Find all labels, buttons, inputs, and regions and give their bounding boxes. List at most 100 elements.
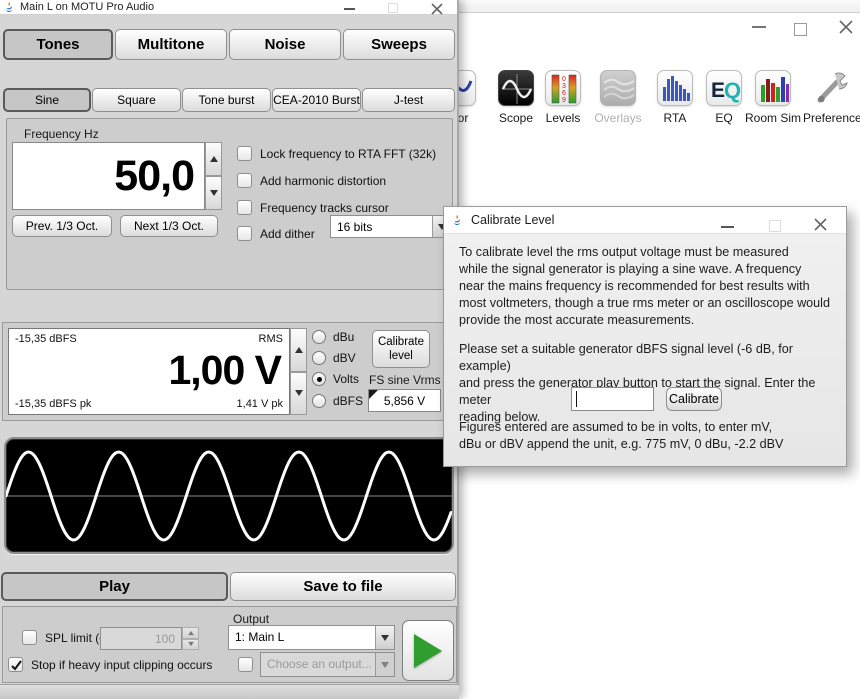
toolbar-item-levels[interactable]: 0369 Levels bbox=[535, 70, 591, 125]
unit-label-dbu: dBu bbox=[333, 330, 354, 344]
next-third-octave-button[interactable]: Next 1/3 Oct. bbox=[120, 215, 218, 237]
harmonic-distortion-checkbox[interactable]: Add harmonic distortion bbox=[237, 173, 386, 188]
frequency-step-up[interactable] bbox=[205, 142, 222, 176]
radio-icon[interactable] bbox=[312, 351, 326, 365]
meter-reading-input[interactable] bbox=[571, 387, 654, 411]
tab-multitone[interactable]: Multitone bbox=[115, 29, 227, 60]
generator-titlebar[interactable]: Main L on MOTU Pro Audio bbox=[0, 0, 457, 15]
stop-clipping-checkbox[interactable]: Stop if heavy input clipping occurs bbox=[8, 657, 212, 672]
generator-play-button[interactable] bbox=[402, 620, 454, 681]
stop-clipping-label: Stop if heavy input clipping occurs bbox=[31, 658, 212, 672]
add-dither-checkbox[interactable]: Add dither bbox=[237, 226, 315, 241]
checkbox-unchecked-icon[interactable] bbox=[22, 630, 37, 645]
calibrate-level-button[interactable]: Calibrate level bbox=[372, 330, 430, 368]
toolbar-label-rta: RTA bbox=[647, 111, 703, 125]
fs-sine-vrms-field[interactable]: 5,856 V bbox=[368, 389, 441, 412]
frequency-stepper[interactable] bbox=[205, 142, 222, 210]
chevron-down-icon[interactable] bbox=[375, 626, 394, 649]
eq-icon-letter-q: Q bbox=[724, 78, 741, 103]
field-corner-marker bbox=[369, 390, 378, 399]
output2-placeholder: Choose an output... bbox=[261, 653, 375, 676]
unit-radio-dbfs[interactable]: dBFS bbox=[312, 394, 363, 408]
toolbar-label-overlays: Overlays bbox=[590, 111, 646, 125]
level-meter: -15,35 dBFS RMS 1,00 V -15,35 dBFS pk 1,… bbox=[8, 328, 290, 415]
harmonic-distortion-label: Add harmonic distortion bbox=[260, 174, 386, 188]
output-select-value: 1: Main L bbox=[229, 626, 375, 649]
level-step-up[interactable] bbox=[290, 328, 307, 372]
lock-fft-checkbox[interactable]: Lock frequency to RTA FFT (32k) bbox=[237, 146, 436, 161]
radio-icon[interactable] bbox=[312, 394, 326, 408]
maximize-icon[interactable] bbox=[794, 23, 807, 36]
checkbox-checked-icon[interactable] bbox=[8, 657, 23, 672]
save-to-file-button[interactable]: Save to file bbox=[230, 572, 456, 601]
checkbox-unchecked-icon[interactable] bbox=[237, 200, 252, 215]
spl-limit-value: 100 bbox=[101, 628, 181, 649]
tab-noise[interactable]: Noise bbox=[229, 29, 341, 60]
generator-window-title: Main L on MOTU Pro Audio bbox=[20, 1, 154, 13]
screen: ator Scope 0369 bbox=[0, 0, 860, 699]
toolbar-label-eq: EQ bbox=[696, 111, 752, 125]
output2-checkbox[interactable] bbox=[238, 657, 253, 672]
unit-radio-volts[interactable]: Volts bbox=[312, 372, 359, 386]
meter-v-pk: 1,41 V pk bbox=[237, 398, 283, 410]
unit-label-volts: Volts bbox=[333, 372, 359, 386]
output-select[interactable]: 1: Main L bbox=[228, 625, 395, 650]
toolbar-label-levels: Levels bbox=[535, 111, 591, 125]
checkbox-unchecked-icon[interactable] bbox=[237, 173, 252, 188]
frequency-input[interactable]: 50,0 bbox=[12, 142, 205, 210]
waveform-display bbox=[4, 437, 454, 554]
checkbox-unchecked-icon[interactable] bbox=[237, 226, 252, 241]
window-bottom-edge bbox=[0, 684, 459, 699]
dialog-titlebar[interactable]: Calibrate Level bbox=[444, 207, 846, 234]
unit-label-dbfs: dBFS bbox=[333, 394, 363, 408]
close-icon[interactable] bbox=[838, 19, 854, 35]
toolbar-item-rta[interactable]: RTA bbox=[647, 70, 703, 125]
unit-radio-dbu[interactable]: dBu bbox=[312, 330, 354, 344]
meter-dbfs-rms: -15,35 dBFS bbox=[15, 333, 77, 345]
maximize-icon[interactable] bbox=[388, 3, 398, 13]
tracks-cursor-checkbox[interactable]: Frequency tracks cursor bbox=[237, 200, 389, 215]
frequency-step-down[interactable] bbox=[205, 176, 222, 210]
levels-icon-digits: 0369 bbox=[562, 76, 566, 104]
toolbar-item-eq[interactable]: E Q EQ bbox=[696, 70, 752, 125]
subtab-jtest[interactable]: J-test bbox=[362, 88, 455, 112]
dither-bits-select[interactable]: 16 bits bbox=[330, 215, 452, 238]
subtab-sine[interactable]: Sine bbox=[3, 88, 91, 112]
room-sim-icon bbox=[755, 70, 791, 106]
minimize-icon[interactable] bbox=[344, 8, 355, 10]
calibrate-button[interactable]: Calibrate bbox=[666, 387, 722, 411]
unit-radio-dbv[interactable]: dBV bbox=[312, 351, 356, 365]
subtab-cea2010[interactable]: CEA-2010 Burst bbox=[272, 88, 361, 112]
radio-selected-icon[interactable] bbox=[312, 372, 326, 386]
java-app-icon bbox=[451, 214, 463, 226]
close-icon[interactable] bbox=[813, 217, 828, 232]
checkbox-unchecked-icon[interactable] bbox=[237, 146, 252, 161]
prev-third-octave-button[interactable]: Prev. 1/3 Oct. bbox=[12, 215, 112, 237]
play-button[interactable]: Play bbox=[1, 572, 228, 601]
radio-icon[interactable] bbox=[312, 330, 326, 344]
subtab-square[interactable]: Square bbox=[92, 88, 181, 112]
tab-tones[interactable]: Tones bbox=[3, 29, 113, 60]
subtab-toneburst[interactable]: Tone burst bbox=[182, 88, 271, 112]
tracks-cursor-label: Frequency tracks cursor bbox=[260, 201, 389, 215]
toolbar-item-roomsim[interactable]: Room Sim bbox=[745, 70, 801, 125]
preferences-wrench-icon bbox=[813, 70, 849, 106]
minimize-icon[interactable] bbox=[752, 26, 766, 28]
generator-window: Main L on MOTU Pro Audio Tones Multitone… bbox=[0, 0, 459, 699]
level-stepper[interactable] bbox=[290, 328, 307, 415]
checkbox-unchecked-icon[interactable] bbox=[238, 657, 253, 672]
toolbar-item-preferences[interactable]: Preference bbox=[803, 70, 859, 125]
chevron-down-icon bbox=[375, 653, 394, 676]
tab-sweeps[interactable]: Sweeps bbox=[343, 29, 455, 60]
dialog-title: Calibrate Level bbox=[471, 213, 554, 227]
lock-fft-label: Lock frequency to RTA FFT (32k) bbox=[260, 147, 436, 161]
dialog-instructions-1: To calibrate level the rms output voltag… bbox=[459, 244, 830, 329]
level-step-down[interactable] bbox=[290, 372, 307, 416]
dialog-instructions-2: Please set a suitable generator dBFS sig… bbox=[459, 341, 846, 426]
frequency-value: 50,0 bbox=[114, 152, 194, 201]
maximize-icon[interactable] bbox=[769, 220, 781, 232]
text-caret bbox=[576, 391, 577, 407]
dither-bits-value: 16 bits bbox=[331, 216, 432, 237]
close-icon[interactable] bbox=[431, 2, 443, 14]
minimize-icon[interactable] bbox=[721, 226, 734, 228]
